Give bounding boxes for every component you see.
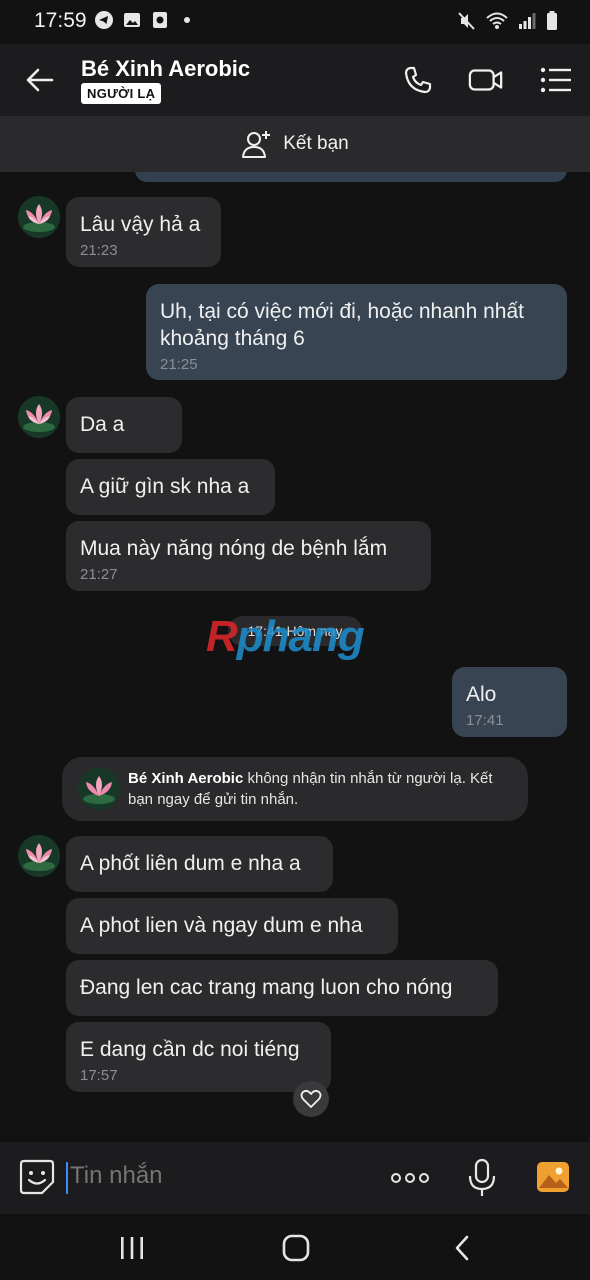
contact-avatar[interactable] [18,196,60,238]
recent-apps-button[interactable] [112,1232,152,1264]
message-bubble-in[interactable]: Đang len cac trang mang luon cho nóng [66,960,498,1016]
mute-icon [458,12,475,30]
more-dots-icon [391,1173,429,1183]
voice-call-button[interactable] [400,62,436,98]
message-list[interactable]: Lâu vậy hả a 21:23 Uh, tại có việc mới đ… [0,172,590,1142]
message-text: Alo [466,683,497,706]
message-bubble-in[interactable]: A phốt liên dum e nha a [66,836,333,892]
message-bubble-in[interactable]: A giữ gìn sk nha a [66,459,275,515]
message-text: Uh, tại có việc mới đi, hoặc nhanh nhất … [160,300,524,350]
stranger-notice: Bé Xinh Aerobic không nhận tin nhắn từ n… [62,757,528,821]
message-bubble-in[interactable]: Da a [66,397,182,453]
contact-avatar[interactable] [18,835,60,877]
microphone-icon [468,1158,496,1196]
message-bubble-in[interactable]: E dang cần dc noi tiéng 17:57 [66,1022,331,1092]
message-text: A giữ gìn sk nha a [80,475,250,498]
video-call-button[interactable] [468,62,504,98]
message-text: Đang len cac trang mang luon cho nóng [80,976,453,999]
phone-icon [404,66,432,94]
contact-name[interactable]: Bé Xinh Aerobic [81,56,250,82]
lotus-icon [18,396,60,438]
lotus-icon [18,196,60,238]
message-bubble-out[interactable]: Alo 17:41 [452,667,567,737]
message-time: 21:27 [80,566,118,583]
recent-apps-icon [121,1237,143,1259]
gallery-notification-icon [124,13,140,27]
message-bubble-out[interactable]: Uh, tại có việc mới đi, hoặc nhanh nhất … [146,284,567,380]
more-notifications-dot [184,17,190,23]
more-options-button[interactable] [390,1164,430,1197]
message-text: A phốt liên dum e nha a [80,852,301,875]
stranger-badge: NGƯỜI LẠ [81,83,162,104]
chat-header: Bé Xinh Aerobic NGƯỜI LẠ [0,44,590,116]
add-friend-bar[interactable]: Kết bạn [0,116,590,172]
image-picker-button[interactable] [535,1159,571,1200]
previous-message-bubble [135,172,567,182]
message-text: Lâu vậy hả a [80,213,201,236]
add-friend-icon [242,131,271,158]
arrow-left-icon [26,68,54,92]
system-back-button[interactable] [442,1232,482,1264]
lotus-icon [78,768,120,810]
message-text: Da a [80,413,125,436]
text-caret [66,1162,68,1194]
contact-avatar[interactable] [18,396,60,438]
home-icon [282,1234,310,1262]
message-text: E dang cần dc noi tiéng [80,1038,300,1061]
list-menu-icon [540,67,571,93]
menu-button[interactable] [538,62,574,98]
sticker-icon [19,1159,55,1195]
message-text: A phot lien và ngay dum e nha [80,914,363,937]
message-time: 17:57 [80,1067,118,1084]
message-composer [0,1142,590,1214]
voice-record-button[interactable] [466,1158,498,1203]
heart-icon [300,1089,322,1108]
system-nav-bar [0,1214,590,1280]
signal-icon [519,13,536,29]
video-camera-icon [468,69,503,91]
add-friend-label: Kết bạn [283,133,349,154]
watermark-logo: Rphang [206,612,365,661]
message-bubble-in[interactable]: Mua này năng nóng de bệnh lắm 21:27 [66,521,431,591]
image-icon [537,1162,569,1192]
status-left-icons [94,10,190,30]
message-bubble-in[interactable]: Lâu vậy hả a 21:23 [66,197,221,267]
status-time: 17:59 [34,9,87,32]
back-button[interactable] [22,62,58,98]
message-time: 21:25 [160,356,198,373]
notice-avatar [78,768,120,810]
reaction-button[interactable] [293,1081,329,1117]
status-bar: 17:59 [0,0,590,44]
sticker-button[interactable] [18,1158,56,1201]
battery-icon [547,11,557,30]
home-button[interactable] [276,1232,316,1264]
status-right-icons [458,11,558,31]
message-time: 21:23 [80,242,118,259]
notice-contact-name: Bé Xinh Aerobic [128,770,244,787]
notice-text: Bé Xinh Aerobic không nhận tin nhắn từ n… [128,768,520,810]
app-notification-icon [153,12,167,28]
telegram-icon [95,11,113,29]
lotus-icon [18,835,60,877]
chevron-left-icon [455,1235,469,1261]
message-text: Mua này năng nóng de bệnh lắm [80,537,388,560]
message-input[interactable] [70,1162,360,1190]
message-bubble-in[interactable]: A phot lien và ngay dum e nha [66,898,398,954]
wifi-icon [486,12,508,29]
message-time: 17:41 [466,712,504,729]
